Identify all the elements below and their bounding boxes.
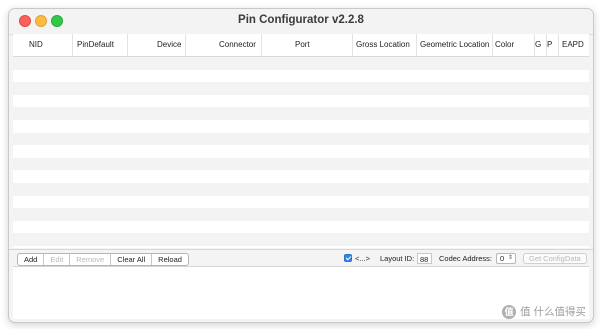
codec-address-select[interactable]: 0 ⇕ xyxy=(496,253,516,264)
column-header-port[interactable]: Port xyxy=(262,34,353,56)
codec-address-value: 0 xyxy=(500,254,505,263)
table-row[interactable] xyxy=(13,94,589,108)
table-row[interactable] xyxy=(13,157,589,171)
window-title: Pin Configurator v2.2.8 xyxy=(238,14,364,26)
table-header: NID PinDefault Device Connector Port Gro… xyxy=(13,34,589,57)
column-header-color[interactable]: Color xyxy=(493,34,535,56)
options-checkbox-label: <...> xyxy=(355,254,371,263)
table-row[interactable] xyxy=(13,69,589,83)
pin-table[interactable]: NID PinDefault Device Connector Port Gro… xyxy=(13,34,589,248)
row-action-buttons: Add Edit Remove Clear All Reload xyxy=(17,253,189,266)
bottom-toolbar: Add Edit Remove Clear All Reload <...> L… xyxy=(9,249,593,266)
options-checkbox[interactable] xyxy=(344,254,352,262)
table-row[interactable] xyxy=(13,170,589,183)
column-header-g[interactable]: G xyxy=(535,34,547,56)
table-body xyxy=(13,57,589,246)
column-header-p[interactable]: P xyxy=(547,34,559,56)
table-row[interactable] xyxy=(13,208,589,221)
column-header-device[interactable]: Device xyxy=(128,34,186,56)
table-row[interactable] xyxy=(13,107,589,120)
column-header-eapd[interactable]: EAPD xyxy=(559,34,589,56)
table-row[interactable] xyxy=(13,57,589,70)
table-row[interactable] xyxy=(13,82,589,95)
table-row[interactable] xyxy=(13,145,589,158)
title-bar: Pin Configurator v2.2.8 xyxy=(9,9,593,35)
watermark-text: 值 什么值得买 xyxy=(520,306,586,318)
table-row[interactable] xyxy=(13,233,589,246)
column-header-connector[interactable]: Connector xyxy=(186,34,262,56)
get-config-data-button[interactable]: Get ConfigData xyxy=(523,253,587,264)
column-header-geometric-location[interactable]: Geometric Location xyxy=(417,34,493,56)
layout-id-field[interactable]: 88 xyxy=(417,253,432,264)
add-button[interactable]: Add xyxy=(18,254,45,265)
zhi-icon: 值 xyxy=(502,304,517,319)
watermark: 值 值 什么值得买 xyxy=(502,304,586,319)
layout-id-label: Layout ID: xyxy=(380,254,415,263)
table-row[interactable] xyxy=(13,220,589,234)
edit-button[interactable]: Edit xyxy=(44,254,71,265)
codec-address-label: Codec Address: xyxy=(439,254,492,263)
column-header-pindefault[interactable]: PinDefault xyxy=(73,34,128,56)
table-row[interactable] xyxy=(13,119,589,133)
reload-button[interactable]: Reload xyxy=(152,254,188,265)
column-header-nid[interactable]: NID xyxy=(13,34,73,56)
remove-button[interactable]: Remove xyxy=(70,254,112,265)
column-header-gross-location[interactable]: Gross Location xyxy=(353,34,417,56)
table-row[interactable] xyxy=(13,195,589,209)
stepper-arrows-icon: ⇕ xyxy=(507,255,513,261)
clear-all-button[interactable]: Clear All xyxy=(111,254,153,265)
table-row[interactable] xyxy=(13,182,589,196)
table-row[interactable] xyxy=(13,132,589,146)
app-window: Pin Configurator v2.2.8 NID PinDefault D… xyxy=(8,8,594,323)
